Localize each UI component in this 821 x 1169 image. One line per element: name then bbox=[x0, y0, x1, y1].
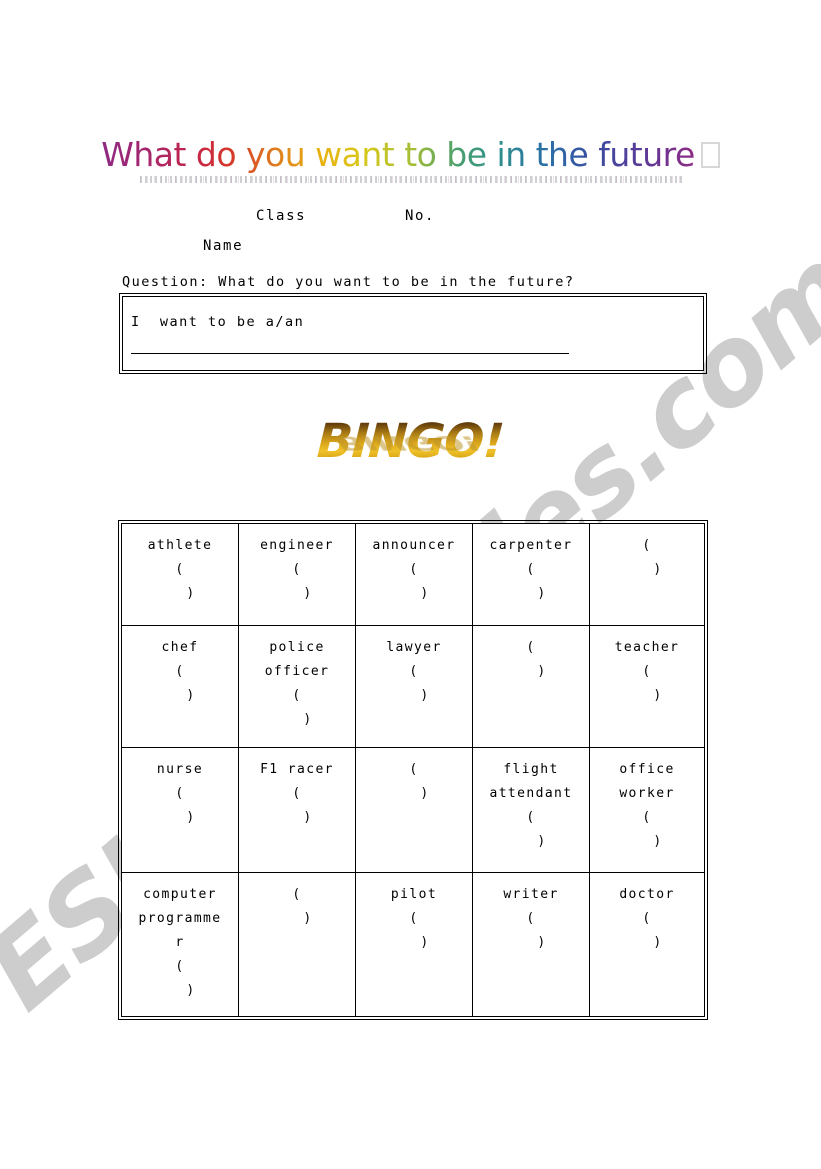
missing-glyph-box-icon bbox=[700, 142, 720, 168]
bingo-cell-open-paren: ( bbox=[175, 786, 185, 802]
title-decorative-underline bbox=[140, 176, 685, 183]
bingo-cell[interactable]: () bbox=[590, 524, 704, 626]
bingo-cell-close-paren: ) bbox=[537, 664, 547, 680]
bingo-cell-job-label: chef bbox=[161, 640, 199, 655]
bingo-cell[interactable]: nurse () bbox=[122, 748, 239, 873]
bingo-cell-job-label: announcer bbox=[372, 538, 456, 553]
bingo-cell[interactable]: pilot () bbox=[356, 873, 473, 1016]
bingo-cell-close-paren: ) bbox=[653, 562, 663, 578]
bingo-cell-job-label: carpenter bbox=[489, 538, 573, 553]
bingo-cell[interactable]: flight attendant () bbox=[473, 748, 590, 873]
bingo-cell-close-paren: ) bbox=[420, 786, 430, 802]
bingo-cell-open-paren: ( bbox=[409, 562, 419, 578]
bingo-logo: BINGO! BINGO! bbox=[0, 414, 821, 469]
bingo-cell-open-paren: ( bbox=[292, 688, 302, 704]
bingo-cell-open-paren: ( bbox=[642, 911, 652, 927]
bingo-cell[interactable]: carpenter () bbox=[473, 524, 590, 626]
bingo-cell[interactable]: teacher () bbox=[590, 626, 704, 748]
bingo-logo-reflection: BINGO! bbox=[332, 431, 482, 454]
bingo-cell-open-paren: ( bbox=[526, 911, 536, 927]
bingo-cell[interactable]: athlete () bbox=[122, 524, 239, 626]
bingo-cell[interactable]: computer programme r () bbox=[122, 873, 239, 1016]
bingo-cell-open-paren: ( bbox=[175, 664, 185, 680]
bingo-cell-open-paren: ( bbox=[526, 562, 536, 578]
bingo-cell[interactable]: () bbox=[239, 873, 356, 1016]
bingo-cell-close-paren: ) bbox=[303, 810, 313, 826]
bingo-cell-close-paren: ) bbox=[653, 688, 663, 704]
bingo-cell-close-paren: ) bbox=[303, 586, 313, 602]
page-title: What do you want to be in the future bbox=[0, 135, 821, 174]
bingo-cell-open-paren: ( bbox=[175, 562, 185, 578]
bingo-cell[interactable]: () bbox=[356, 748, 473, 873]
bingo-cell-job-label: flight attendant bbox=[489, 762, 573, 802]
page-title-text: What do you want to be in the future bbox=[101, 135, 695, 174]
bingo-cell-close-paren: ) bbox=[537, 586, 547, 602]
bingo-cell-open-paren: ( bbox=[642, 538, 652, 553]
bingo-cell-close-paren: ) bbox=[186, 810, 196, 826]
answer-prompt-text: I want to be a/an bbox=[131, 314, 305, 330]
bingo-cell-open-paren: ( bbox=[409, 911, 419, 927]
bingo-cell-close-paren: ) bbox=[186, 586, 196, 602]
bingo-cell-job-label: F1 racer bbox=[260, 762, 334, 777]
bingo-cell-job-label: lawyer bbox=[386, 640, 442, 655]
question-prompt: Question: What do you want to be in the … bbox=[122, 274, 575, 290]
bingo-cell-close-paren: ) bbox=[653, 935, 663, 951]
answer-box[interactable]: I want to be a/an bbox=[119, 293, 707, 374]
class-label: Class bbox=[256, 208, 307, 224]
bingo-cell[interactable]: engineer () bbox=[239, 524, 356, 626]
bingo-cell-close-paren: ) bbox=[653, 834, 663, 850]
bingo-cell-open-paren: ( bbox=[526, 810, 536, 826]
bingo-cell-close-paren: ) bbox=[420, 586, 430, 602]
bingo-cell-open-paren: ( bbox=[642, 810, 652, 826]
bingo-cell-close-paren: ) bbox=[303, 712, 313, 728]
bingo-cell[interactable]: () bbox=[473, 626, 590, 748]
bingo-cell-close-paren: ) bbox=[537, 935, 547, 951]
bingo-cell-open-paren: ( bbox=[175, 959, 185, 975]
bingo-cell[interactable]: F1 racer () bbox=[239, 748, 356, 873]
bingo-cell[interactable]: writer () bbox=[473, 873, 590, 1016]
bingo-cell-open-paren: ( bbox=[409, 664, 419, 680]
bingo-cell-open-paren: ( bbox=[526, 640, 536, 655]
bingo-cell-close-paren: ) bbox=[537, 834, 547, 850]
worksheet-page: ESLprintables.com What do you want to be… bbox=[0, 0, 821, 1169]
bingo-cell-open-paren: ( bbox=[409, 762, 419, 777]
bingo-cell-open-paren: ( bbox=[642, 664, 652, 680]
bingo-cell-job-label: engineer bbox=[260, 538, 334, 553]
bingo-cell-open-paren: ( bbox=[292, 887, 302, 902]
bingo-cell-job-label: writer bbox=[503, 887, 559, 902]
bingo-cell-close-paren: ) bbox=[420, 688, 430, 704]
bingo-cell-job-label: police officer bbox=[264, 640, 330, 680]
bingo-cell-close-paren: ) bbox=[186, 688, 196, 704]
bingo-cell[interactable]: doctor () bbox=[590, 873, 704, 1016]
bingo-cell[interactable]: lawyer () bbox=[356, 626, 473, 748]
bingo-cell[interactable]: police officer () bbox=[239, 626, 356, 748]
bingo-cell-job-label: nurse bbox=[156, 762, 204, 777]
bingo-grid: athlete () engineer () announcer () carpenter (… bbox=[118, 520, 708, 1020]
bingo-cell[interactable]: office worker () bbox=[590, 748, 704, 873]
bingo-cell-job-label: doctor bbox=[619, 887, 675, 902]
name-label: Name bbox=[203, 238, 244, 254]
answer-blank-line[interactable] bbox=[131, 353, 569, 354]
bingo-cell[interactable]: announcer () bbox=[356, 524, 473, 626]
bingo-cell-close-paren: ) bbox=[303, 911, 313, 927]
bingo-logo-text: BINGO! bbox=[315, 414, 506, 469]
bingo-cell-open-paren: ( bbox=[292, 786, 302, 802]
number-label: No. bbox=[405, 208, 436, 224]
bingo-cell[interactable]: chef () bbox=[122, 626, 239, 748]
bingo-cell-job-label: office worker bbox=[619, 762, 675, 802]
bingo-cell-open-paren: ( bbox=[292, 562, 302, 578]
bingo-cell-job-label: computer programme r bbox=[138, 887, 222, 951]
bingo-cell-job-label: pilot bbox=[390, 887, 438, 902]
bingo-cell-close-paren: ) bbox=[420, 935, 430, 951]
bingo-cell-job-label: teacher bbox=[614, 640, 680, 655]
bingo-cell-job-label: athlete bbox=[147, 538, 213, 553]
bingo-cell-close-paren: ) bbox=[186, 983, 196, 999]
